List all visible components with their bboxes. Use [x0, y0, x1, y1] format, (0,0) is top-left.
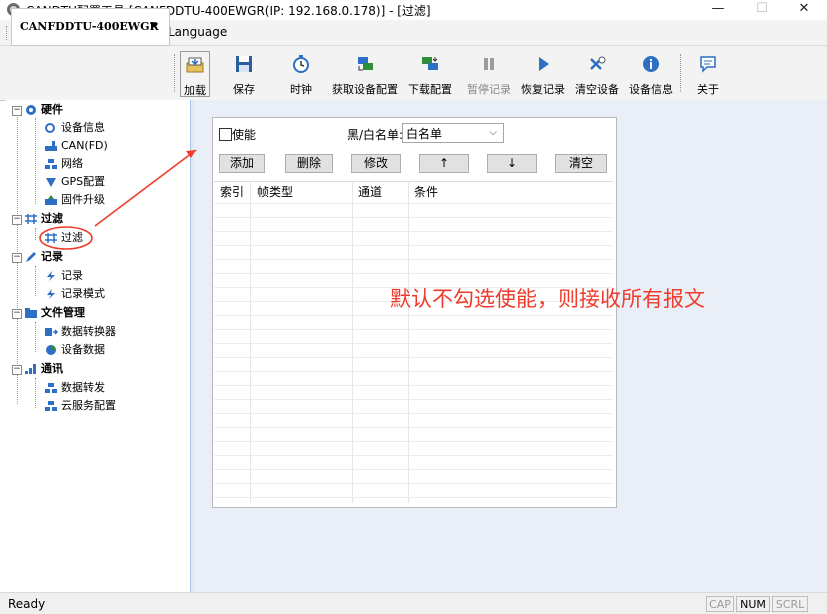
status-bar: Ready — [0, 592, 827, 614]
caps-lock-indicator: CAP — [706, 596, 734, 612]
annotation-text: 默认不勾选使能，则接收所有报文 — [390, 287, 705, 311]
status-text: Ready — [8, 597, 46, 611]
annotation-arrow — [94, 149, 197, 227]
num-lock-indicator: NUM — [736, 596, 770, 612]
highlight-circle — [39, 226, 93, 250]
scroll-lock-indicator: SCRL — [772, 596, 808, 612]
